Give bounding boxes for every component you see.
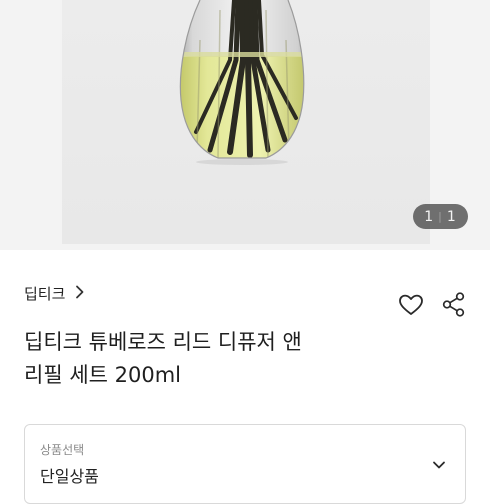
heart-outline-icon bbox=[399, 294, 423, 315]
brand-link[interactable]: 딥티크 bbox=[24, 284, 85, 304]
product-image-gallery[interactable]: 1 | 1 bbox=[0, 0, 490, 250]
like-button[interactable] bbox=[397, 291, 425, 319]
chevron-down-icon bbox=[433, 461, 445, 469]
image-page-counter: 1 | 1 bbox=[413, 204, 468, 229]
page-divider: | bbox=[438, 210, 443, 223]
share-icon bbox=[442, 292, 465, 317]
brand-name: 딥티크 bbox=[24, 285, 66, 303]
product-title-line-1: 딥티크 튜베로즈 리드 디퓨저 앤 bbox=[24, 330, 302, 354]
share-button[interactable] bbox=[440, 291, 468, 319]
product-title: 딥티크 튜베로즈 리드 디퓨저 앤 리필 세트 200ml bbox=[24, 326, 444, 392]
page-current: 1 bbox=[424, 209, 435, 225]
option-value: 단일상품 bbox=[40, 467, 99, 486]
option-label: 상품선택 bbox=[40, 443, 85, 457]
chevron-right-icon bbox=[75, 284, 85, 304]
page-total: 1 bbox=[446, 209, 457, 225]
option-select[interactable]: 상품선택 단일상품 bbox=[24, 424, 466, 504]
product-title-line-2: 리필 세트 200ml bbox=[24, 363, 182, 387]
